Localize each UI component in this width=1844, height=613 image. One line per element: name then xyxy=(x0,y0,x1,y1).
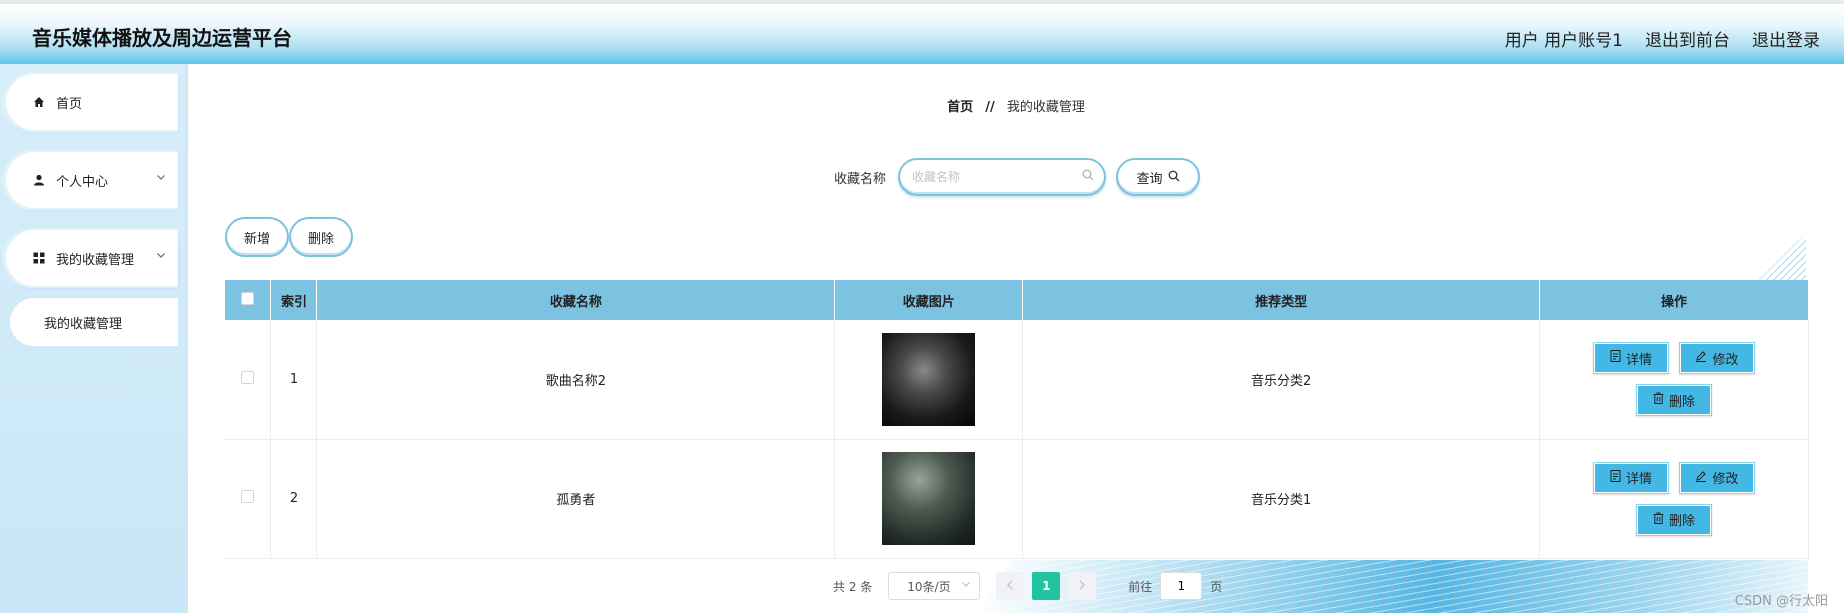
row-index: 2 xyxy=(270,439,318,559)
column-header-type: 推荐类型 xyxy=(1022,280,1541,320)
row-checkbox[interactable] xyxy=(241,490,255,503)
column-header-name: 收藏名称 xyxy=(316,280,836,320)
favorites-table: 索引 收藏名称 收藏图片 推荐类型 操作 1 歌曲名称2 音乐分类2 详情 修改… xyxy=(225,280,1809,559)
table-row: 2 孤勇者 音乐分类1 详情 修改 删除 xyxy=(225,439,1809,559)
goto-label: 前往 xyxy=(1128,579,1153,594)
delete-button[interactable]: 删除 xyxy=(1636,503,1712,536)
goto-page: 前往 页 xyxy=(1128,572,1222,600)
current-user: 用户 用户账号1 xyxy=(1504,31,1623,51)
app-title: 音乐媒体播放及周边运营平台 xyxy=(32,26,292,50)
goto-page-input[interactable] xyxy=(1160,572,1203,600)
search-label: 收藏名称 xyxy=(834,171,887,187)
user-icon xyxy=(32,174,46,186)
row-type: 音乐分类1 xyxy=(1022,439,1541,559)
table-header-row: 索引 收藏名称 收藏图片 推荐类型 操作 xyxy=(225,280,1809,320)
column-header-index: 索引 xyxy=(270,280,318,320)
batch-delete-button[interactable]: 删除 xyxy=(289,217,353,257)
prev-page-button[interactable] xyxy=(996,572,1025,600)
delete-button-label: 删除 xyxy=(1668,394,1695,410)
search-icon xyxy=(1082,169,1094,185)
breadcrumb-current: 我的收藏管理 xyxy=(1006,100,1085,115)
grid-icon xyxy=(32,252,46,264)
detail-button[interactable]: 详情 xyxy=(1593,461,1669,494)
trash-icon xyxy=(1653,512,1664,528)
detail-button-label: 详情 xyxy=(1625,472,1652,487)
favorite-image xyxy=(882,332,976,426)
pagination: 共 2 条 10条/页 1 前往 页 xyxy=(833,572,1222,600)
edit-button-label: 修改 xyxy=(1712,472,1739,487)
column-header-image: 收藏图片 xyxy=(834,280,1024,320)
sidebar: 首页 个人中心 我的收藏管理 我的收藏管理 xyxy=(0,64,188,613)
sidebar-item-favorites[interactable]: 我的收藏管理 xyxy=(6,230,178,286)
breadcrumb-home[interactable]: 首页 xyxy=(947,100,973,115)
edit-button[interactable]: 修改 xyxy=(1679,342,1755,375)
detail-button[interactable]: 详情 xyxy=(1593,342,1669,375)
row-index: 1 xyxy=(270,320,318,440)
favorite-image xyxy=(882,452,976,545)
delete-button[interactable]: 删除 xyxy=(1636,384,1712,417)
row-name: 孤勇者 xyxy=(316,439,836,559)
sidebar-item-personal-center[interactable]: 个人中心 xyxy=(6,152,178,208)
breadcrumb-separator: // xyxy=(985,100,995,115)
delete-button-label: 删除 xyxy=(1668,514,1695,529)
select-all-cell xyxy=(225,280,272,320)
chevron-down-icon xyxy=(156,172,166,185)
page-number-current[interactable]: 1 xyxy=(1032,572,1061,600)
sidebar-item-label: 首页 xyxy=(56,96,83,112)
search-field xyxy=(898,158,1107,196)
select-all-checkbox[interactable] xyxy=(241,291,255,305)
row-actions: 详情 修改 删除 xyxy=(1539,320,1809,440)
sidebar-item-home[interactable]: 首页 xyxy=(6,74,178,130)
query-button-label: 查询 xyxy=(1136,171,1163,187)
row-image-cell xyxy=(834,320,1024,440)
page-size-select[interactable]: 10条/页 xyxy=(888,572,981,600)
header-user-area: 用户 用户账号1 退出到前台 退出登录 xyxy=(1505,26,1820,51)
breadcrumb: 首页 // 我的收藏管理 xyxy=(188,96,1844,115)
next-page-button[interactable] xyxy=(1068,572,1097,600)
goto-suffix: 页 xyxy=(1210,579,1223,594)
sidebar-item-label: 我的收藏管理 xyxy=(56,252,135,268)
decorative-stripes xyxy=(1748,234,1806,284)
pencil-icon xyxy=(1695,350,1707,366)
row-actions: 详情 修改 删除 xyxy=(1539,439,1809,559)
detail-button-label: 详情 xyxy=(1625,352,1652,368)
query-button[interactable]: 查询 xyxy=(1116,158,1201,196)
chevron-down-icon xyxy=(156,250,166,263)
to-front-link[interactable]: 退出到前台 xyxy=(1645,26,1730,51)
row-checkbox[interactable] xyxy=(241,370,255,384)
main-content: 首页 // 我的收藏管理 收藏名称 查询 新增 删除 索引 收藏名称 xyxy=(188,64,1844,613)
action-buttons: 新增 删除 xyxy=(225,217,353,257)
page-size-value: 10条/页 xyxy=(907,579,951,594)
sidebar-item-label: 个人中心 xyxy=(56,174,109,190)
edit-button[interactable]: 修改 xyxy=(1679,461,1755,494)
top-header: 音乐媒体播放及周边运营平台 用户 用户账号1 退出到前台 退出登录 xyxy=(0,0,1844,64)
pencil-icon xyxy=(1695,470,1707,486)
logout-link[interactable]: 退出登录 xyxy=(1752,26,1820,51)
column-header-actions: 操作 xyxy=(1539,280,1809,320)
chevron-right-icon xyxy=(1078,579,1086,593)
row-type: 音乐分类2 xyxy=(1022,320,1541,440)
search-icon xyxy=(1168,170,1180,185)
document-icon xyxy=(1610,469,1621,486)
row-select-cell xyxy=(225,320,272,440)
document-icon xyxy=(1610,350,1621,366)
total-count: 共 2 条 xyxy=(833,579,873,594)
search-bar: 收藏名称 查询 xyxy=(834,158,1201,196)
search-input[interactable] xyxy=(912,170,1073,184)
row-select-cell xyxy=(225,439,272,559)
edit-button-label: 修改 xyxy=(1712,352,1739,368)
row-image-cell xyxy=(834,439,1024,559)
chevron-down-icon xyxy=(961,579,971,592)
add-button[interactable]: 新增 xyxy=(225,217,289,257)
table-row: 1 歌曲名称2 音乐分类2 详情 修改 删除 xyxy=(225,320,1809,440)
trash-icon xyxy=(1653,392,1664,408)
home-icon xyxy=(32,96,46,108)
sidebar-subitem-favorites-manage[interactable]: 我的收藏管理 xyxy=(10,298,178,346)
chevron-left-icon xyxy=(1006,579,1014,593)
watermark: CSDN @行太阳 xyxy=(1734,594,1828,609)
row-name: 歌曲名称2 xyxy=(316,320,836,440)
